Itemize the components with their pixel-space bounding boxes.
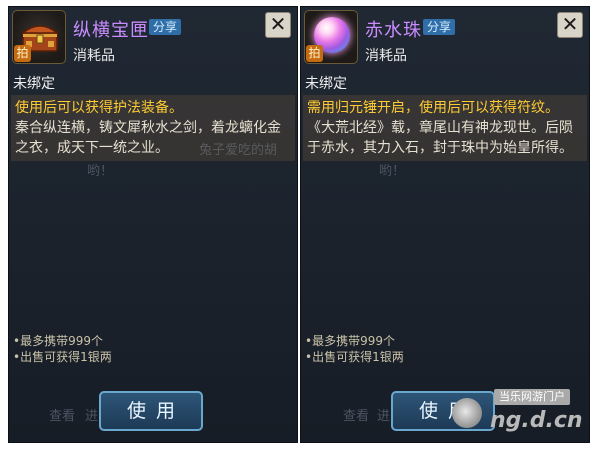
max-carry-note: •最多携带999个 [305, 334, 395, 348]
watermark-site-label: 当乐网游门户 [494, 389, 570, 405]
description-lore: 《大荒北经》载，章尾山有神龙现世。后陨于赤水，其力入石，封于珠中为始皇所得。 [307, 120, 573, 156]
description-effect: 使用后可以获得护法装备。 [15, 100, 183, 116]
item-name: 纵横宝匣 [73, 20, 149, 41]
close-button[interactable]: ✕ [265, 12, 291, 38]
background-text: 哟！ [379, 164, 406, 179]
description-lore: 秦合纵连横，铸文犀秋水之剑，着龙螭化金之衣，成天下一统之业。 [15, 120, 281, 156]
background-text: 哟！ [87, 164, 114, 179]
item-name: 赤水珠 [365, 20, 422, 41]
use-button[interactable]: 使用 [99, 391, 203, 431]
item-description: 使用后可以获得护法装备。 秦合纵连横，铸文犀秋水之剑，着龙螭化金之衣，成天下一统… [11, 95, 295, 161]
auction-tag: 拍 [14, 45, 31, 62]
item-type: 消耗品 [73, 48, 115, 64]
item-description: 需用归元锤开启，使用后可以获得符纹。 《大荒北经》载，章尾山有神龙现世。后陨于赤… [303, 95, 587, 161]
background-text: 进 [377, 409, 391, 424]
close-icon: ✕ [561, 12, 579, 36]
background-text: 查看 [343, 409, 370, 424]
description-effect: 需用归元锤开启，使用后可以获得符纹。 [307, 100, 559, 116]
background-text: 查看 [49, 409, 76, 424]
item-icon: 拍 [12, 10, 66, 64]
item-icon: 拍 [304, 10, 358, 64]
watermark-url: ng.d.cn [490, 408, 583, 433]
site-logo-icon [452, 398, 482, 428]
sell-price-note: •出售可获得1银两 [13, 350, 112, 364]
share-button[interactable]: 分享 [149, 19, 182, 35]
bind-status: 未绑定 [13, 76, 55, 92]
background-text: 进 [85, 409, 99, 424]
item-tooltip-panel: 兔子爱吃的胡 哟！ 查看 进 拍 纵横宝匣 分享 消耗品 ✕ 未绑定 使用后可以… [8, 6, 298, 443]
auction-tag: 拍 [306, 45, 323, 62]
close-button[interactable]: ✕ [557, 12, 583, 38]
share-button[interactable]: 分享 [423, 19, 456, 35]
max-carry-note: •最多携带999个 [13, 334, 103, 348]
bind-status: 未绑定 [305, 76, 347, 92]
item-tooltip-panel: 哟！ 查看 进 拍 赤水珠 分享 消耗品 ✕ 未绑定 需用归元锤开启，使用后可以… [300, 6, 590, 443]
item-type: 消耗品 [365, 48, 407, 64]
close-icon: ✕ [269, 12, 287, 36]
sell-price-note: •出售可获得1银两 [305, 350, 404, 364]
